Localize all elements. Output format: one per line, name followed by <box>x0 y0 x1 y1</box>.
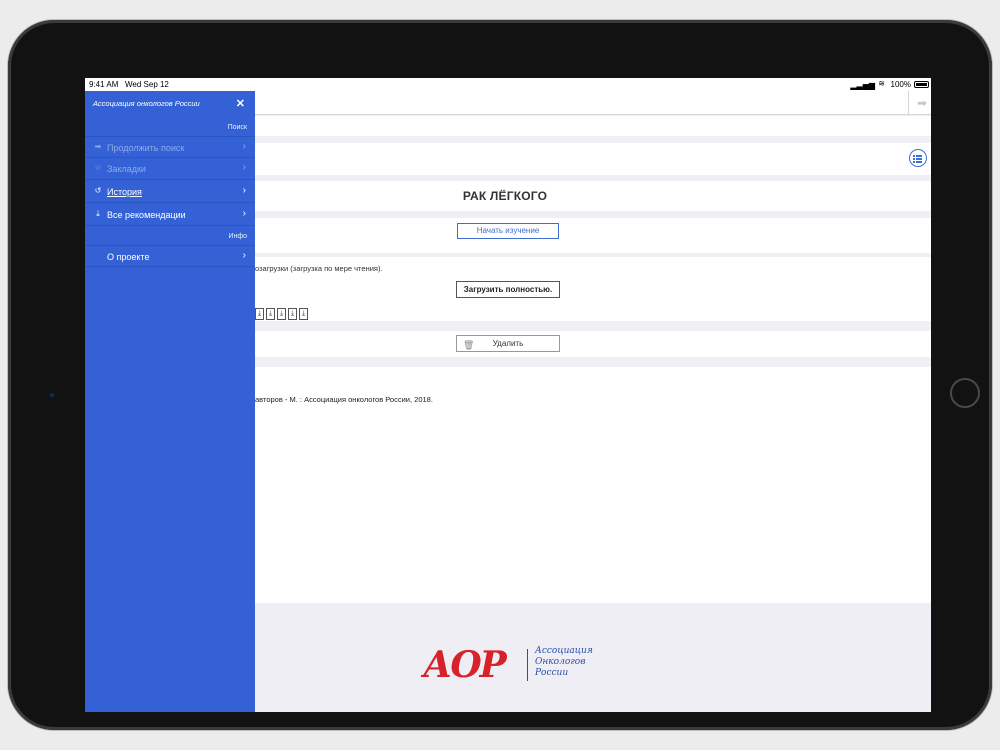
battery-icon <box>914 81 929 88</box>
sidebar-item-label: История <box>107 187 142 197</box>
history-icon: ↺ <box>94 186 102 195</box>
download-icon[interactable]: ⤓ <box>299 308 308 320</box>
screen: 9:41 AM Wed Sep 12 ▂▃▅▆ ≋ 100% ➡ РАК ЛЁГ… <box>85 78 931 712</box>
logo-divider <box>527 649 528 681</box>
load-full-button[interactable]: Загрузить полностью. <box>456 281 560 298</box>
sidebar-item-label: Продолжить поиск <box>107 143 185 153</box>
sidebar: Ассоциация онкологов России ✕ Поиск ➡ Пр… <box>85 91 255 712</box>
sidebar-title: Ассоциация онкологов России <box>93 99 200 108</box>
sidebar-item-all-recommendations[interactable]: ⤓ Все рекомендации › <box>85 204 255 226</box>
spacer-row <box>255 116 931 136</box>
download-icon[interactable]: ⤓ <box>255 308 264 320</box>
sidebar-item-label: Все рекомендации <box>107 210 186 220</box>
logo-line: Онкологов <box>535 657 586 667</box>
status-time: 9:41 AM <box>89 80 119 89</box>
download-icon[interactable]: ⤓ <box>288 308 297 320</box>
delete-row: 🗑 Удалить <box>255 331 931 357</box>
sidebar-item-label: О проекте <box>107 252 150 262</box>
start-row: Начать изучение <box>255 218 931 253</box>
home-button[interactable] <box>950 378 980 408</box>
page-title: РАК ЛЁГКОГО <box>462 189 548 203</box>
forward-arrow-icon[interactable]: ➡ <box>917 96 927 110</box>
star-icon: ☆ <box>94 163 102 172</box>
chevron-right-icon: › <box>242 162 246 173</box>
download-icon[interactable]: ⤓ <box>277 308 286 320</box>
lazy-load-text: озагрузки (загрузка по мере чтения). <box>255 264 383 273</box>
section-label-search: Поиск <box>227 124 247 131</box>
chevron-right-icon: › <box>242 208 246 219</box>
start-study-button[interactable]: Начать изучение <box>457 223 559 239</box>
tablet-frame: 9:41 AM Wed Sep 12 ▂▃▅▆ ≋ 100% ➡ РАК ЛЁГ… <box>8 20 992 730</box>
divider <box>908 91 909 114</box>
delete-button[interactable]: 🗑 Удалить <box>456 335 560 352</box>
toolbar-row <box>255 143 931 175</box>
aor-logo: АОР Ассоциация Онкологов России <box>423 645 623 685</box>
sidebar-item-bookmarks[interactable]: ☆ Закладки › <box>85 158 255 180</box>
status-date: Wed Sep 12 <box>125 80 169 89</box>
trash-icon: 🗑 <box>463 340 475 350</box>
status-bar: 9:41 AM Wed Sep 12 ▂▃▅▆ ≋ 100% <box>85 78 931 91</box>
top-bar: ➡ <box>255 91 931 115</box>
chevron-right-icon: › <box>242 141 246 152</box>
chevron-right-icon: › <box>242 185 246 196</box>
battery-percent: 100% <box>890 80 911 89</box>
logo-text: Ассоциация Онкологов России <box>535 646 593 679</box>
logo-mark: АОР <box>423 644 507 686</box>
logo-line: России <box>535 668 569 678</box>
chevron-right-icon: › <box>242 250 246 261</box>
title-row: РАК ЛЁГКОГО <box>255 181 931 211</box>
arrow-right-icon: ➡ <box>94 142 102 151</box>
wifi-icon: ≋ <box>878 79 885 88</box>
download-tray-icon: ⤓ <box>96 209 100 218</box>
main-content: ➡ РАК ЛЁГКОГО Начать изучение озагрузки … <box>255 91 931 712</box>
authors-text: авторов - М. : Ассоциация онкологов Росс… <box>255 395 433 404</box>
download-icon[interactable]: ⤓ <box>266 308 275 320</box>
sidebar-item-history[interactable]: ↺ История › <box>85 181 255 203</box>
front-camera <box>48 391 56 399</box>
sidebar-item-continue-search[interactable]: ➡ Продолжить поиск › <box>85 136 255 158</box>
close-icon[interactable]: ✕ <box>236 97 245 110</box>
download-row: озагрузки (загрузка по мере чтения). Заг… <box>255 257 931 321</box>
delete-label: Удалить <box>492 339 524 348</box>
download-icons-row: ⤓ ⤓ ⤓ ⤓ ⤓ <box>255 302 310 320</box>
signal-icon: ▂▃▅▆ <box>850 81 875 90</box>
info-row: авторов - М. : Ассоциация онкологов Росс… <box>255 367 931 603</box>
section-label-info: Инфо <box>228 233 247 240</box>
footer: АОР Ассоциация Онкологов России <box>255 603 931 712</box>
sidebar-item-about[interactable]: О проекте › <box>85 245 255 267</box>
sidebar-item-label: Закладки <box>107 164 146 174</box>
table-of-contents-icon[interactable] <box>909 149 927 167</box>
logo-line: Ассоциация <box>535 646 593 656</box>
